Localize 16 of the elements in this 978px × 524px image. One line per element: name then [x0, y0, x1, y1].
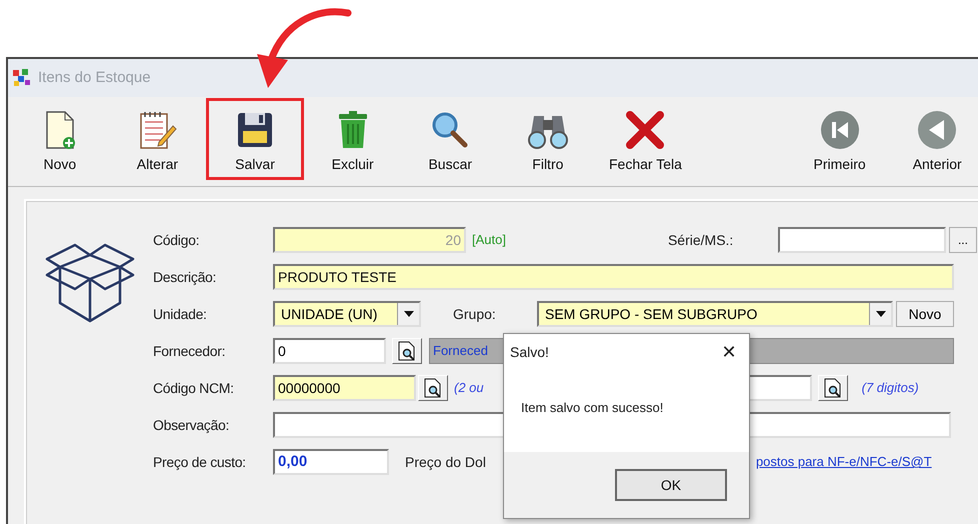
field-label: Unidade:: [153, 304, 208, 324]
dialog-title: Salvo!: [510, 342, 549, 362]
window-title: Itens do Estoque: [38, 68, 151, 88]
auto-hint: [Auto]: [472, 231, 506, 250]
field-label: Descrição:: [153, 268, 218, 287]
field-label: Grupo:: [453, 304, 497, 324]
field-label: Fornecedor:: [153, 342, 226, 360]
ncm-hint: (2 ou: [454, 379, 484, 398]
field-label: Preço do Dol: [405, 452, 486, 472]
field-label: Série/MS.:: [668, 230, 734, 250]
field-label: Código:: [153, 230, 200, 250]
dialog-message: Item salvo com sucesso!: [521, 399, 664, 418]
field-label: Observação:: [153, 416, 230, 435]
digits-hint: (7 digitos): [862, 379, 919, 398]
field-label: Código NCM:: [153, 378, 235, 398]
field-label: Preço de custo:: [153, 452, 247, 472]
